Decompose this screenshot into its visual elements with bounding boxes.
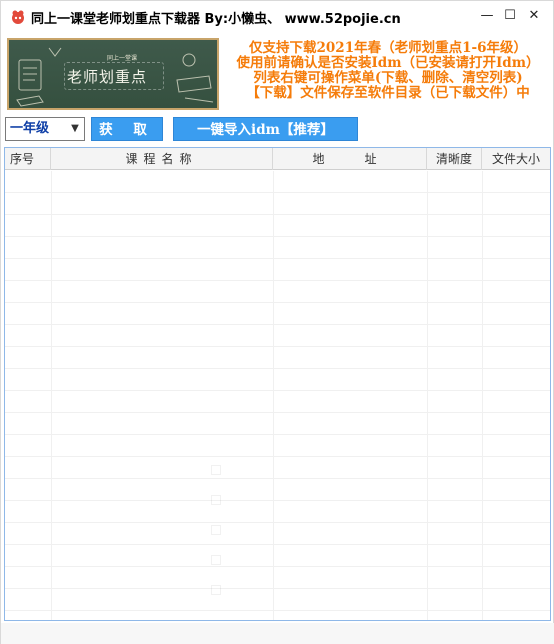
chalkboard-banner: 同上一堂课 老师划重点	[7, 38, 219, 110]
grade-select[interactable]: 一年级 ▼	[5, 117, 85, 141]
bottom-margin	[1, 623, 554, 644]
background-shape	[211, 555, 221, 565]
close-button[interactable]: ✕	[521, 5, 547, 27]
background-shape	[211, 465, 221, 475]
background-shape	[211, 585, 221, 595]
row-divider	[5, 478, 550, 479]
row-divider	[5, 280, 550, 281]
banner-subtitle: 同上一堂课	[107, 55, 138, 62]
column-header-file-size[interactable]: 文件大小	[482, 148, 550, 170]
column-divider	[427, 171, 428, 620]
row-divider	[5, 214, 550, 215]
notice-line: 【下载】文件保存至软件目录（已下载文件）中	[246, 85, 530, 101]
notice-line: 仅支持下载2021年春（老师划重点1-6年级）	[249, 40, 527, 56]
column-header-clarity[interactable]: 清晰度	[427, 148, 482, 170]
column-divider	[51, 171, 52, 620]
course-table[interactable]: 序号 课程名称 地址 清晰度 文件大小	[4, 147, 551, 621]
row-divider	[5, 544, 550, 545]
background-shape	[211, 495, 221, 505]
row-divider	[5, 368, 550, 369]
column-header-address[interactable]: 地址	[273, 148, 427, 170]
window-title: 同上一课堂老师划重点下载器 By:小懒虫、 www.52pojie.cn	[31, 12, 401, 27]
fetch-button[interactable]: 获 取	[91, 117, 163, 141]
row-divider	[5, 302, 550, 303]
table-body[interactable]	[5, 171, 550, 620]
row-divider	[5, 566, 550, 567]
row-divider	[5, 390, 550, 391]
import-idm-button[interactable]: 一键导入idm【推荐】	[173, 117, 358, 141]
column-divider	[273, 171, 274, 620]
row-divider	[5, 610, 550, 611]
column-header-index[interactable]: 序号	[5, 148, 51, 170]
row-divider	[5, 346, 550, 347]
table-header: 序号 课程名称 地址 清晰度 文件大小	[5, 148, 550, 170]
notice-line: 使用前请确认是否安装Idm（已安装请打开Idm）	[236, 55, 540, 71]
chevron-down-icon[interactable]: ▼	[68, 121, 82, 137]
app-window: 同上一课堂老师划重点下载器 By:小懒虫、 www.52pojie.cn — ☐…	[0, 0, 554, 644]
column-divider	[482, 171, 483, 620]
row-divider	[5, 258, 550, 259]
banner-title: 老师划重点	[67, 68, 148, 86]
notice-line: 列表右键可操作菜单(下载、删除、清空列表)	[253, 70, 523, 86]
usage-notice: 仅支持下载2021年春（老师划重点1-6年级） 使用前请确认是否安装Idm（已安…	[223, 41, 553, 101]
row-divider	[5, 522, 550, 523]
row-divider	[5, 192, 550, 193]
row-divider	[5, 412, 550, 413]
row-divider	[5, 456, 550, 457]
row-divider	[5, 324, 550, 325]
background-shape	[211, 525, 221, 535]
row-divider	[5, 588, 550, 589]
column-header-course-name[interactable]: 课程名称	[51, 148, 273, 170]
title-bar: 同上一课堂老师划重点下载器 By:小懒虫、 www.52pojie.cn — ☐…	[1, 1, 553, 33]
maximize-button[interactable]: ☐	[497, 5, 523, 27]
grade-select-value: 一年级	[10, 121, 50, 136]
app-logo-icon	[12, 10, 24, 24]
row-divider	[5, 236, 550, 237]
row-divider	[5, 434, 550, 435]
row-divider	[5, 500, 550, 501]
